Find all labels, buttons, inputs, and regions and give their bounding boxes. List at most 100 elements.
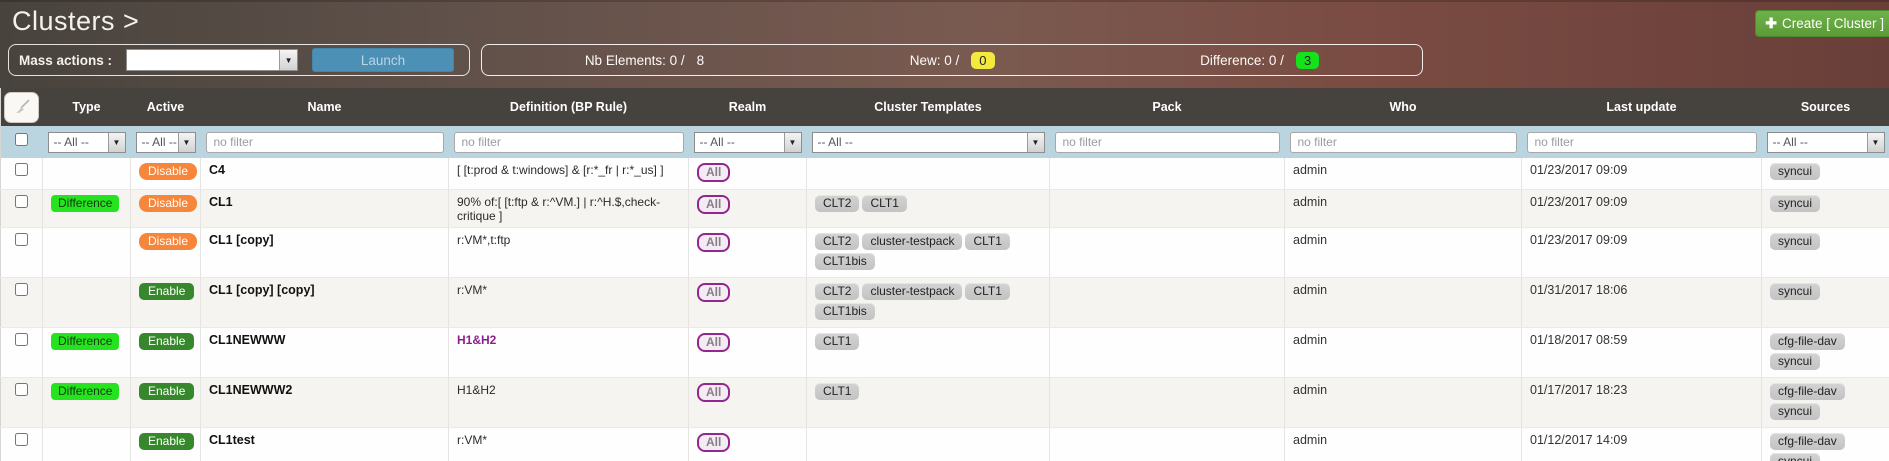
new-label: New: 0 / bbox=[910, 53, 960, 68]
stat-new: New: 0 / 0 bbox=[910, 52, 995, 69]
row-checkbox[interactable] bbox=[15, 433, 28, 446]
table-row: EnableCL1testr:VM*Alladmin01/12/2017 14:… bbox=[1, 428, 1889, 461]
pack-filter-input[interactable] bbox=[1055, 132, 1280, 153]
stat-difference: Difference: 0 / 3 bbox=[1200, 52, 1319, 69]
select-all-checkbox[interactable] bbox=[15, 133, 28, 146]
filter-row: -- All -- ▼ -- All -- ▼ -- All -- ▼ -- A… bbox=[1, 126, 1889, 158]
table-row: Difference Enable CL1NEWWWH1&H2 All CLT1 admi… bbox=[1, 328, 1889, 378]
mass-actions-select[interactable]: ▼ bbox=[126, 49, 298, 71]
realm-filter-select[interactable]: -- All -- ▼ bbox=[694, 132, 802, 153]
realm-cell: All bbox=[689, 278, 807, 328]
table-body: DisableC4[ [t:prod & t:windows] & [r:*_f… bbox=[1, 158, 1889, 461]
active-filter-value: -- All -- bbox=[137, 135, 177, 149]
cluster-template-badge: CLT1 bbox=[862, 195, 906, 212]
definition-text: H1&H2 bbox=[449, 378, 689, 428]
create-cluster-label: Create [ Cluster ] bbox=[1782, 16, 1884, 31]
last-update-cell: 01/12/2017 14:09 bbox=[1522, 428, 1762, 461]
cluster-templates-cell: CLT2CLT1 bbox=[807, 190, 1050, 228]
source-badge: cfg-file-dav bbox=[1770, 433, 1845, 450]
type-filter-select[interactable]: -- All -- ▼ bbox=[48, 132, 126, 153]
type-cell: Difference bbox=[43, 190, 131, 228]
row-select-cell bbox=[1, 428, 43, 461]
who-cell: admin bbox=[1285, 190, 1522, 228]
cluster-template-badge: CLT1bis bbox=[815, 253, 875, 270]
new-count-badge: 0 bbox=[971, 52, 994, 69]
header-cell-definition: Definition (BP Rule) bbox=[449, 88, 689, 126]
realm-cell: All bbox=[689, 190, 807, 228]
source-badge: syncui bbox=[1770, 195, 1820, 212]
difference-badge: Difference bbox=[51, 333, 119, 350]
pack-cell bbox=[1050, 228, 1285, 278]
source-badge: syncui bbox=[1770, 353, 1820, 370]
plus-icon: ✚ bbox=[1765, 15, 1777, 32]
clear-filters-button[interactable] bbox=[4, 92, 39, 123]
stats-panel: Nb Elements: 0 / 8 New: 0 / 0 Difference… bbox=[481, 44, 1423, 76]
chevron-down-icon: ▼ bbox=[1867, 133, 1884, 152]
cluster-template-badge: CLT1bis bbox=[815, 303, 875, 320]
realm-badge: All bbox=[697, 333, 730, 352]
who-cell: admin bbox=[1285, 378, 1522, 428]
cluster-templates-filter-value: -- All -- bbox=[813, 135, 853, 149]
sources-cell: syncui bbox=[1762, 158, 1889, 190]
row-checkbox[interactable] bbox=[15, 383, 28, 396]
sources-cell: cfg-file-davsyncui bbox=[1762, 428, 1889, 461]
definition-link[interactable]: H1&H2 bbox=[449, 328, 689, 378]
nb-elements-label: Nb Elements: 0 / bbox=[585, 53, 685, 68]
who-cell: admin bbox=[1285, 328, 1522, 378]
cluster-template-badge: CLT2 bbox=[815, 195, 859, 212]
definition-filter-input[interactable] bbox=[454, 132, 684, 153]
cluster-templates-cell: CLT2cluster-testpackCLT1CLT1bis bbox=[807, 278, 1050, 328]
nb-elements-total: 8 bbox=[697, 53, 705, 68]
sources-filter-value: -- All -- bbox=[1768, 135, 1808, 149]
active-status-badge: Disable bbox=[139, 163, 197, 180]
stat-nb-elements: Nb Elements: 0 / 8 bbox=[585, 53, 704, 68]
definition-text: r:VM* bbox=[449, 278, 689, 328]
table-row: EnableCL1 [copy] [copy]r:VM*AllCLT2clust… bbox=[1, 278, 1889, 328]
who-filter-input[interactable] bbox=[1290, 132, 1517, 153]
realm-badge: All bbox=[697, 433, 730, 452]
cluster-templates-filter-select[interactable]: -- All -- ▼ bbox=[812, 132, 1045, 153]
type-cell bbox=[43, 278, 131, 328]
row-checkbox[interactable] bbox=[15, 233, 28, 246]
row-checkbox[interactable] bbox=[15, 283, 28, 296]
active-cell: Enable bbox=[131, 428, 201, 461]
cluster-templates-cell: CLT1 bbox=[807, 328, 1050, 378]
row-checkbox[interactable] bbox=[15, 195, 28, 208]
sources-cell: cfg-file-davsyncui bbox=[1762, 328, 1889, 378]
who-cell: admin bbox=[1285, 158, 1522, 190]
definition-text: r:VM*,t:ftp bbox=[449, 228, 689, 278]
definition-text: [ [t:prod & t:windows] & [r:*_fr | r:*_u… bbox=[449, 158, 689, 190]
header-cell-type: Type bbox=[43, 88, 131, 126]
active-filter-select[interactable]: -- All -- ▼ bbox=[136, 132, 196, 153]
cluster-name: CL1test bbox=[201, 428, 449, 461]
definition-text: r:VM* bbox=[449, 428, 689, 461]
who-cell: admin bbox=[1285, 228, 1522, 278]
launch-button[interactable]: Launch bbox=[312, 48, 454, 72]
table-row: DifferenceEnableCL1NEWWW2H1&H2AllCLT1adm… bbox=[1, 378, 1889, 428]
cluster-name: CL1 bbox=[201, 190, 449, 228]
cluster-template-badge: CLT1 bbox=[965, 283, 1009, 300]
chevron-down-icon: ▼ bbox=[108, 133, 125, 152]
header-cell-cluster-templates: Cluster Templates bbox=[807, 88, 1050, 126]
cluster-name: CL1NEWWW bbox=[201, 328, 449, 378]
active-status-badge: Enable bbox=[139, 333, 194, 350]
row-select-cell bbox=[1, 228, 43, 278]
active-cell: Enable bbox=[131, 278, 201, 328]
broom-icon bbox=[13, 99, 31, 115]
realm-badge: All bbox=[697, 383, 730, 402]
header-cell-name: Name bbox=[201, 88, 449, 126]
row-select-cell bbox=[1, 328, 43, 378]
active-cell: Enable bbox=[131, 378, 201, 428]
difference-count-badge: 3 bbox=[1296, 52, 1319, 69]
active-status-badge: Enable bbox=[139, 383, 194, 400]
row-checkbox[interactable] bbox=[15, 333, 28, 346]
create-cluster-button[interactable]: ✚ Create [ Cluster ] bbox=[1755, 10, 1889, 37]
active-status-badge: Disable bbox=[139, 233, 197, 250]
table-row: DisableCL1 [copy]r:VM*,t:ftpAllCLT2clust… bbox=[1, 228, 1889, 278]
row-select-cell bbox=[1, 158, 43, 190]
last-update-filter-input[interactable] bbox=[1527, 132, 1757, 153]
name-filter-input[interactable] bbox=[206, 132, 444, 153]
cluster-name: CL1 [copy] [copy] bbox=[201, 278, 449, 328]
row-checkbox[interactable] bbox=[15, 163, 28, 176]
sources-filter-select[interactable]: -- All -- ▼ bbox=[1767, 132, 1885, 153]
